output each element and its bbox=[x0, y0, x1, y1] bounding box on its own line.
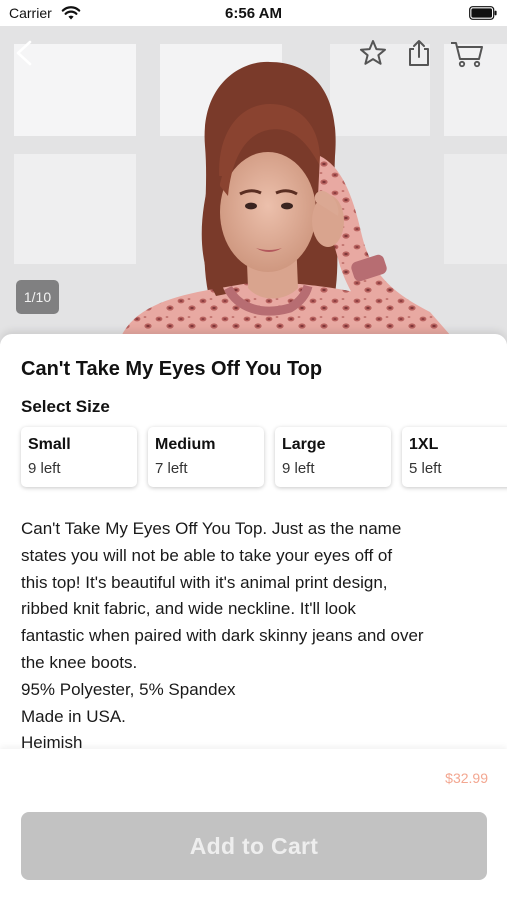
size-heading: Select Size bbox=[21, 397, 110, 416]
product-title: Can't Take My Eyes Off You Top bbox=[21, 358, 323, 380]
add-to-cart-button[interactable]: Add to Cart bbox=[21, 812, 487, 880]
star-icon[interactable] bbox=[358, 38, 388, 68]
description-line: ribbed knit fabric, and wide neckline. I… bbox=[21, 599, 356, 619]
product-details-panel[interactable]: Can't Take My Eyes Off You Top Select Si… bbox=[0, 334, 507, 749]
clock-time: 6:56 AM bbox=[225, 5, 282, 22]
image-counter: 1/10 bbox=[16, 280, 59, 314]
size-label: 1XL bbox=[409, 436, 439, 453]
product-detail-screen: Carrier 6:56 AM 1/10 Can't Take My Eyes … bbox=[0, 0, 507, 900]
size-selector[interactable]: Small 9 left Medium 7 left Large 9 left … bbox=[21, 427, 507, 489]
description-line: Can't Take My Eyes Off You Top. Just as … bbox=[21, 519, 402, 538]
battery-icon bbox=[469, 6, 497, 20]
size-option-large[interactable]: Large 9 left bbox=[275, 427, 391, 487]
size-label: Large bbox=[282, 436, 326, 453]
description-line: the knee boots. bbox=[21, 652, 138, 672]
size-option-small[interactable]: Small 9 left bbox=[21, 427, 137, 487]
cart-icon[interactable] bbox=[449, 38, 485, 68]
size-stock: 9 left bbox=[282, 460, 315, 477]
size-stock: 7 left bbox=[155, 460, 188, 477]
product-description: Can't Take My Eyes Off You Top. Just as … bbox=[21, 516, 491, 749]
size-stock: 5 left bbox=[409, 460, 442, 477]
description-line: Heimish bbox=[21, 733, 83, 749]
size-option-1xl[interactable]: 1XL 5 left bbox=[402, 427, 507, 487]
size-stock: 9 left bbox=[28, 460, 61, 477]
size-option-medium[interactable]: Medium 7 left bbox=[148, 427, 264, 487]
product-photo bbox=[0, 26, 507, 344]
description-line: this top! It's beautiful with it's anima… bbox=[21, 572, 388, 592]
purchase-footer: $32.99 Add to Cart bbox=[0, 749, 507, 900]
size-label: Small bbox=[28, 436, 71, 453]
size-label: Medium bbox=[155, 436, 216, 453]
description-line: fantastic when paired with dark skinny j… bbox=[21, 626, 424, 646]
description-line: states you will not be able to take your… bbox=[21, 545, 393, 565]
product-image-carousel[interactable]: 1/10 bbox=[0, 26, 507, 344]
share-icon[interactable] bbox=[404, 38, 434, 68]
chevron-left-icon[interactable] bbox=[10, 38, 40, 68]
description-line: Made in USA. bbox=[21, 706, 126, 726]
status-bar: Carrier 6:56 AM bbox=[0, 0, 507, 26]
product-price: $32.99 bbox=[445, 770, 488, 786]
description-line: 95% Polyester, 5% Spandex bbox=[21, 679, 236, 699]
